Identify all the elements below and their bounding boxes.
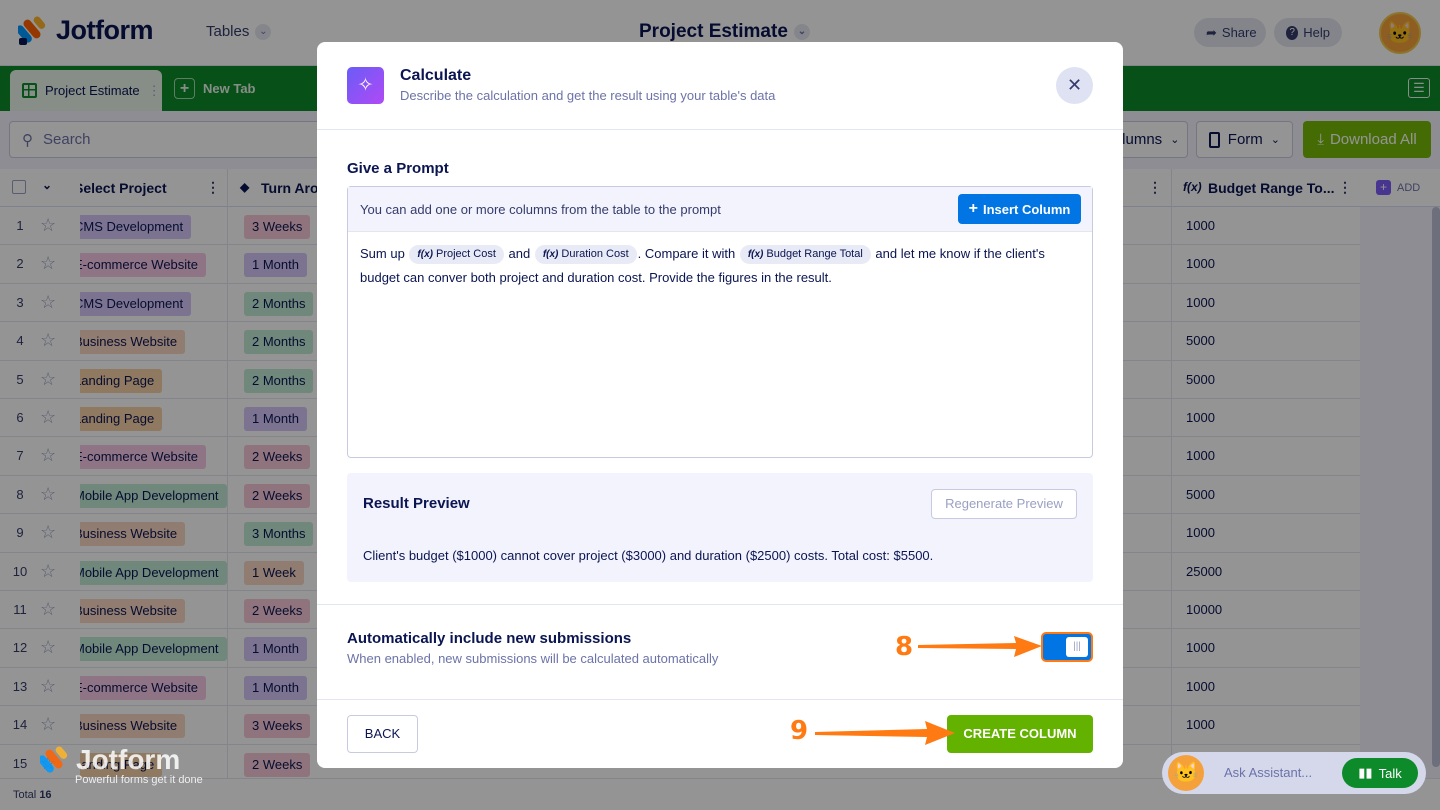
- prompt-label: Give a Prompt: [347, 160, 449, 177]
- chip-label: Project Cost: [435, 248, 496, 260]
- toggle-knob: |||: [1066, 637, 1088, 657]
- divider: [317, 699, 1123, 700]
- talk-button[interactable]: ▮▮ Talk: [1342, 758, 1418, 788]
- column-chip-budget-range-total[interactable]: f(x) Budget Range Total: [739, 245, 871, 264]
- prompt-segment: Sum up: [360, 246, 409, 261]
- talk-label: Talk: [1378, 765, 1402, 781]
- regenerate-preview-button[interactable]: Regenerate Preview: [931, 489, 1077, 519]
- formula-icon: f(x): [542, 249, 559, 260]
- prompt-segment: and: [504, 246, 534, 261]
- result-preview-label: Result Preview: [363, 495, 470, 512]
- column-chip-duration-cost[interactable]: f(x) Duration Cost: [534, 245, 637, 264]
- prompt-hint: You can add one or more columns from the…: [360, 202, 721, 217]
- auto-include-subtitle: When enabled, new submissions will be ca…: [347, 651, 719, 666]
- audio-wave-icon: ▮▮: [1358, 765, 1373, 780]
- formula-icon: f(x): [747, 249, 764, 260]
- arrow-8-icon: [918, 636, 1042, 657]
- result-preview-text: Client's budget ($1000) cannot cover pro…: [363, 548, 934, 563]
- chip-label: Budget Range Total: [766, 248, 863, 260]
- assistant-widget[interactable]: 🐱 Ask Assistant... ▮▮ Talk: [1162, 752, 1426, 794]
- ai-calculate-icon: ✧: [347, 67, 384, 104]
- modal-header: ✧ Calculate Describe the calculation and…: [317, 42, 1123, 130]
- column-chip-project-cost[interactable]: f(x) Project Cost: [409, 245, 504, 264]
- formula-icon: f(x): [417, 249, 433, 260]
- watermark-tagline: Powerful forms get it done: [75, 774, 203, 786]
- prompt-editor[interactable]: You can add one or more columns from the…: [347, 186, 1093, 458]
- back-button[interactable]: BACK: [347, 715, 418, 753]
- jotform-watermark: Jotform Powerful forms get it done: [40, 744, 203, 786]
- prompt-toolbar: You can add one or more columns from the…: [348, 187, 1092, 232]
- prompt-text[interactable]: Sum up f(x) Project Cost and f(x) Duration…: [360, 242, 1080, 290]
- auto-include-title: Automatically include new submissions: [347, 630, 632, 647]
- auto-include-toggle[interactable]: |||: [1041, 632, 1093, 662]
- assistant-avatar: 🐱: [1168, 755, 1204, 791]
- modal-subtitle: Describe the calculation and get the res…: [400, 88, 776, 103]
- step-9-annotation: 9: [790, 716, 809, 746]
- assistant-input[interactable]: Ask Assistant...: [1224, 765, 1312, 780]
- plus-icon: +: [968, 200, 978, 217]
- insert-column-button[interactable]: + Insert Column: [958, 194, 1081, 224]
- insert-column-label: Insert Column: [982, 201, 1071, 217]
- arrow-9-icon: [815, 721, 955, 745]
- step-8-annotation: 8: [895, 632, 914, 662]
- modal-title: Calculate: [400, 67, 472, 84]
- divider: [317, 604, 1123, 605]
- create-column-button[interactable]: CREATE COLUMN: [947, 715, 1093, 753]
- result-preview: Result Preview Regenerate Preview Client…: [347, 473, 1093, 582]
- jotform-logo-icon: [40, 746, 68, 773]
- close-icon[interactable]: ✕: [1056, 67, 1093, 104]
- prompt-segment: . Compare it with: [637, 246, 739, 261]
- watermark-brand: Jotform: [76, 744, 181, 775]
- chip-label: Duration Cost: [561, 248, 629, 260]
